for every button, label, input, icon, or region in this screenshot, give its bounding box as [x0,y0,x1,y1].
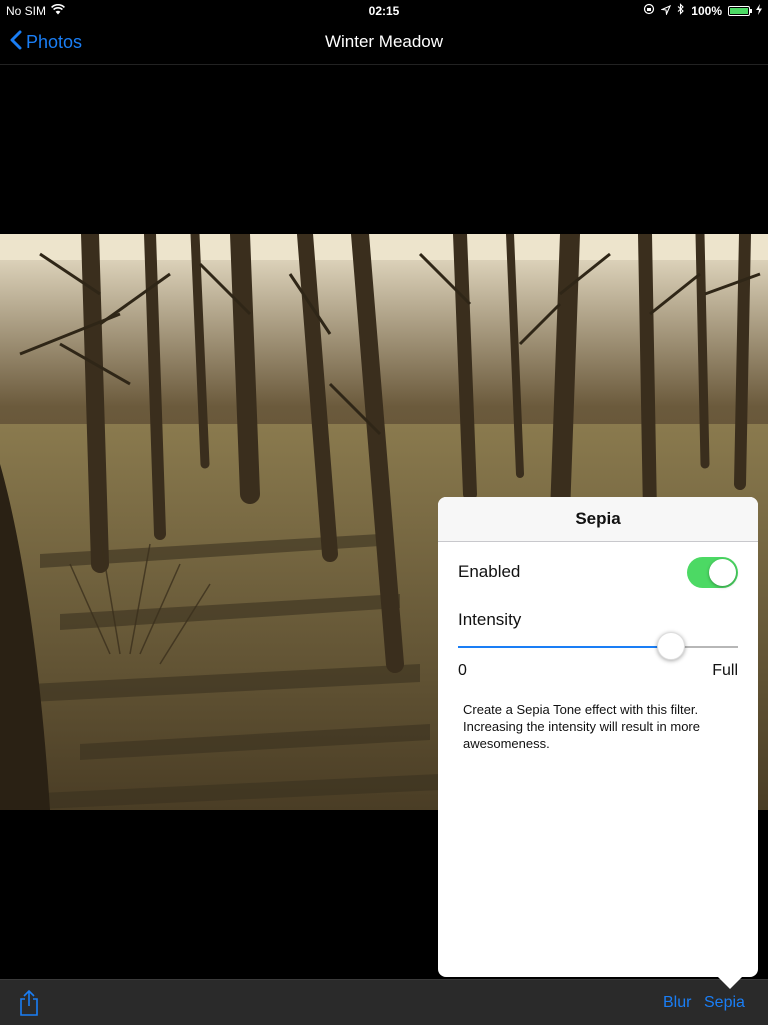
sepia-popover: Sepia Enabled Intensity 0 Full Create a … [438,497,758,989]
battery-icon [728,5,752,16]
bottom-toolbar: Blur Sepia [0,979,768,1025]
battery-percent: 100% [691,3,722,18]
slider-fill [458,646,671,648]
intensity-row: Intensity [458,610,738,630]
sepia-button[interactable]: Sepia [704,994,745,1012]
rotation-lock-icon [643,3,655,18]
intensity-label: Intensity [458,610,522,629]
toggle-knob [709,559,736,586]
popover-arrow [718,977,742,989]
slider-thumb[interactable] [656,632,685,660]
bluetooth-icon [677,3,685,18]
intensity-slider[interactable] [458,632,738,660]
popover-title: Sepia [438,497,758,542]
status-right: 100% [643,3,762,18]
slider-range-labels: 0 Full [458,662,738,680]
enabled-toggle[interactable] [687,557,738,588]
filter-description: Create a Sepia Tone effect with this fil… [463,702,700,751]
enabled-label: Enabled [458,562,521,581]
blur-button[interactable]: Blur [663,994,691,1012]
battery-fill [730,7,748,14]
navigation-bar: Photos Winter Meadow [0,20,768,65]
share-icon [18,989,40,1020]
charging-icon [756,3,762,18]
enabled-row: Enabled [458,557,738,588]
page-title: Winter Meadow [324,32,444,51]
location-arrow-icon [660,4,672,18]
status-bar: No SIM 02:15 100% [0,0,768,20]
share-button[interactable] [18,989,40,1021]
slider-min-label: 0 [458,662,467,679]
slider-max-label: Full [712,662,738,679]
